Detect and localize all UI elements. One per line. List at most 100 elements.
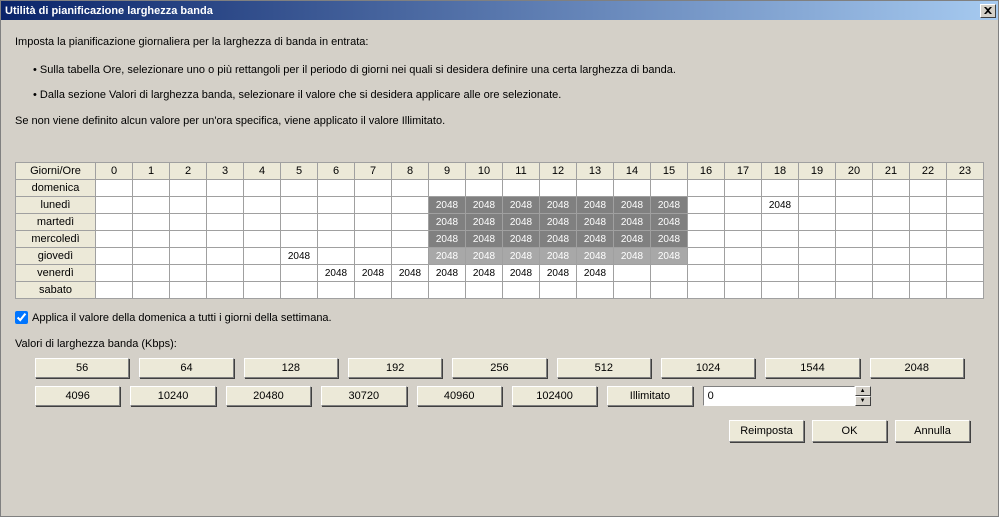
cancel-button[interactable]: Annulla [895, 420, 970, 442]
schedule-cell[interactable] [910, 197, 947, 214]
schedule-cell[interactable] [799, 248, 836, 265]
bandwidth-value-button[interactable]: 4096 [35, 386, 120, 406]
schedule-cell[interactable] [836, 231, 873, 248]
schedule-cell[interactable] [170, 248, 207, 265]
schedule-cell[interactable] [392, 197, 429, 214]
schedule-cell[interactable] [836, 265, 873, 282]
schedule-cell[interactable] [910, 214, 947, 231]
schedule-cell[interactable] [318, 231, 355, 248]
schedule-cell[interactable] [96, 265, 133, 282]
schedule-cell[interactable] [207, 231, 244, 248]
schedule-cell[interactable] [244, 248, 281, 265]
schedule-cell[interactable] [170, 197, 207, 214]
schedule-cell[interactable] [947, 214, 984, 231]
schedule-cell[interactable] [614, 265, 651, 282]
schedule-cell[interactable] [133, 180, 170, 197]
schedule-cell[interactable] [540, 180, 577, 197]
schedule-cell[interactable] [207, 282, 244, 299]
schedule-cell[interactable] [96, 180, 133, 197]
schedule-cell[interactable]: 2048 [651, 197, 688, 214]
bandwidth-value-button[interactable]: 2048 [870, 358, 964, 378]
schedule-cell[interactable] [873, 282, 910, 299]
schedule-cell[interactable] [614, 180, 651, 197]
schedule-cell[interactable] [133, 265, 170, 282]
schedule-cell[interactable] [910, 231, 947, 248]
schedule-cell[interactable] [207, 265, 244, 282]
schedule-cell[interactable] [355, 282, 392, 299]
schedule-cell[interactable] [207, 248, 244, 265]
schedule-cell[interactable] [96, 197, 133, 214]
schedule-cell[interactable] [799, 231, 836, 248]
schedule-cell[interactable] [688, 282, 725, 299]
schedule-cell[interactable] [503, 282, 540, 299]
schedule-cell[interactable] [762, 231, 799, 248]
schedule-cell[interactable] [133, 248, 170, 265]
schedule-cell[interactable]: 2048 [577, 231, 614, 248]
schedule-cell[interactable] [873, 214, 910, 231]
schedule-cell[interactable]: 2048 [651, 248, 688, 265]
schedule-cell[interactable] [873, 231, 910, 248]
schedule-cell[interactable] [836, 248, 873, 265]
schedule-cell[interactable] [947, 248, 984, 265]
schedule-cell[interactable]: 2048 [466, 248, 503, 265]
schedule-cell[interactable] [96, 214, 133, 231]
schedule-cell[interactable] [762, 214, 799, 231]
bandwidth-value-button[interactable]: 20480 [226, 386, 311, 406]
schedule-cell[interactable] [947, 180, 984, 197]
schedule-cell[interactable]: 2048 [429, 214, 466, 231]
schedule-cell[interactable] [392, 214, 429, 231]
reset-button[interactable]: Reimposta [729, 420, 804, 442]
schedule-cell[interactable] [96, 231, 133, 248]
schedule-cell[interactable] [688, 265, 725, 282]
bandwidth-value-button[interactable]: 1544 [765, 358, 859, 378]
schedule-cell[interactable] [910, 282, 947, 299]
schedule-cell[interactable] [170, 180, 207, 197]
schedule-cell[interactable] [725, 197, 762, 214]
schedule-cell[interactable]: 2048 [577, 197, 614, 214]
close-button[interactable] [980, 4, 996, 18]
schedule-cell[interactable] [244, 231, 281, 248]
schedule-cell[interactable]: 2048 [503, 214, 540, 231]
schedule-cell[interactable] [873, 248, 910, 265]
schedule-cell[interactable] [392, 282, 429, 299]
schedule-cell[interactable] [910, 248, 947, 265]
schedule-cell[interactable] [281, 265, 318, 282]
schedule-cell[interactable] [133, 282, 170, 299]
bandwidth-value-button[interactable]: 256 [452, 358, 546, 378]
bandwidth-value-button[interactable]: 64 [139, 358, 233, 378]
bandwidth-value-button[interactable]: 10240 [130, 386, 215, 406]
schedule-cell[interactable] [355, 197, 392, 214]
schedule-cell[interactable] [947, 231, 984, 248]
schedule-cell[interactable] [725, 231, 762, 248]
schedule-cell[interactable] [429, 282, 466, 299]
schedule-cell[interactable] [836, 197, 873, 214]
ok-button[interactable]: OK [812, 420, 887, 442]
schedule-cell[interactable]: 2048 [429, 248, 466, 265]
schedule-cell[interactable]: 2048 [614, 197, 651, 214]
schedule-cell[interactable]: 2048 [466, 265, 503, 282]
schedule-cell[interactable] [947, 265, 984, 282]
schedule-cell[interactable] [355, 214, 392, 231]
schedule-cell[interactable] [170, 214, 207, 231]
schedule-cell[interactable] [318, 180, 355, 197]
schedule-cell[interactable] [96, 248, 133, 265]
schedule-cell[interactable] [762, 248, 799, 265]
schedule-cell[interactable]: 2048 [466, 214, 503, 231]
schedule-cell[interactable] [244, 197, 281, 214]
schedule-cell[interactable] [651, 265, 688, 282]
schedule-cell[interactable] [688, 197, 725, 214]
schedule-cell[interactable] [503, 180, 540, 197]
apply-sunday-label[interactable]: Applica il valore della domenica a tutti… [32, 312, 332, 324]
schedule-cell[interactable] [762, 265, 799, 282]
schedule-cell[interactable] [281, 180, 318, 197]
schedule-cell[interactable] [799, 197, 836, 214]
spinner-down[interactable]: ▼ [855, 396, 871, 406]
schedule-cell[interactable] [244, 265, 281, 282]
bandwidth-value-button[interactable]: 102400 [512, 386, 597, 406]
schedule-cell[interactable]: 2048 [614, 231, 651, 248]
schedule-cell[interactable]: 2048 [429, 197, 466, 214]
bandwidth-value-button[interactable]: 1024 [661, 358, 755, 378]
bandwidth-value-button[interactable]: 40960 [417, 386, 502, 406]
schedule-cell[interactable] [725, 265, 762, 282]
schedule-cell[interactable] [540, 282, 577, 299]
